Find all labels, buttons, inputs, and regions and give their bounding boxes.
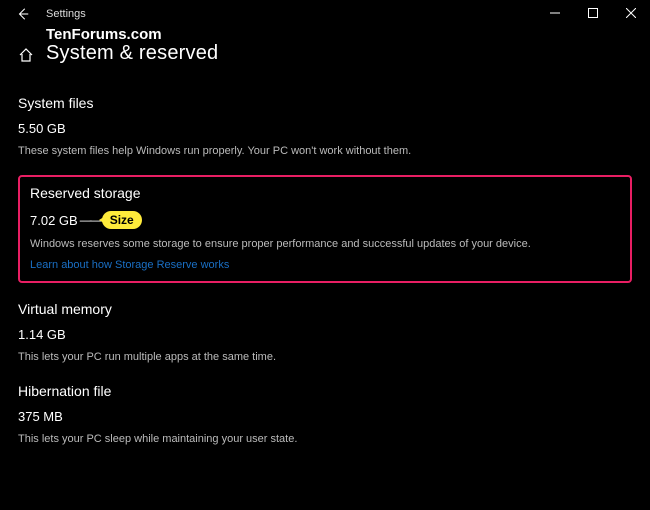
hibernation-value: 375 MB bbox=[18, 409, 632, 424]
virtual-memory-title: Virtual memory bbox=[18, 301, 632, 317]
window-controls bbox=[536, 0, 650, 26]
reserved-value-row: 7.02 GB —— Size bbox=[30, 211, 620, 229]
reserved-learn-link[interactable]: Learn about how Storage Reserve works bbox=[30, 259, 229, 271]
maximize-icon bbox=[588, 8, 598, 18]
maximize-button[interactable] bbox=[574, 0, 612, 26]
back-button[interactable] bbox=[14, 5, 32, 23]
minimize-button[interactable] bbox=[536, 0, 574, 26]
reserved-title: Reserved storage bbox=[30, 185, 620, 201]
reserved-desc: Windows reserves some storage to ensure … bbox=[30, 237, 620, 252]
section-reserved-storage: Reserved storage 7.02 GB —— Size Windows… bbox=[18, 175, 632, 282]
page-title: System & reserved bbox=[46, 42, 218, 65]
system-files-desc: These system files help Windows run prop… bbox=[18, 144, 488, 159]
close-icon bbox=[626, 8, 636, 18]
virtual-memory-value: 1.14 GB bbox=[18, 327, 632, 342]
minimize-icon bbox=[550, 8, 560, 18]
window-title: Settings bbox=[46, 8, 86, 20]
section-hibernation: Hibernation file 375 MB This lets your P… bbox=[18, 383, 632, 447]
close-button[interactable] bbox=[612, 0, 650, 26]
system-files-title: System files bbox=[18, 95, 632, 111]
hibernation-desc: This lets your PC sleep while maintainin… bbox=[18, 432, 488, 447]
reserved-value: 7.02 GB bbox=[30, 213, 78, 228]
section-virtual-memory: Virtual memory 1.14 GB This lets your PC… bbox=[18, 301, 632, 365]
watermark: TenForums.com bbox=[46, 26, 162, 43]
section-system-files: System files 5.50 GB These system files … bbox=[18, 95, 632, 159]
content: System files 5.50 GB These system files … bbox=[0, 71, 650, 458]
size-callout: Size bbox=[102, 211, 142, 229]
arrow-left-icon bbox=[16, 7, 30, 21]
home-icon[interactable] bbox=[18, 47, 34, 63]
hibernation-title: Hibernation file bbox=[18, 383, 632, 399]
virtual-memory-desc: This lets your PC run multiple apps at t… bbox=[18, 350, 488, 365]
system-files-value: 5.50 GB bbox=[18, 121, 632, 136]
